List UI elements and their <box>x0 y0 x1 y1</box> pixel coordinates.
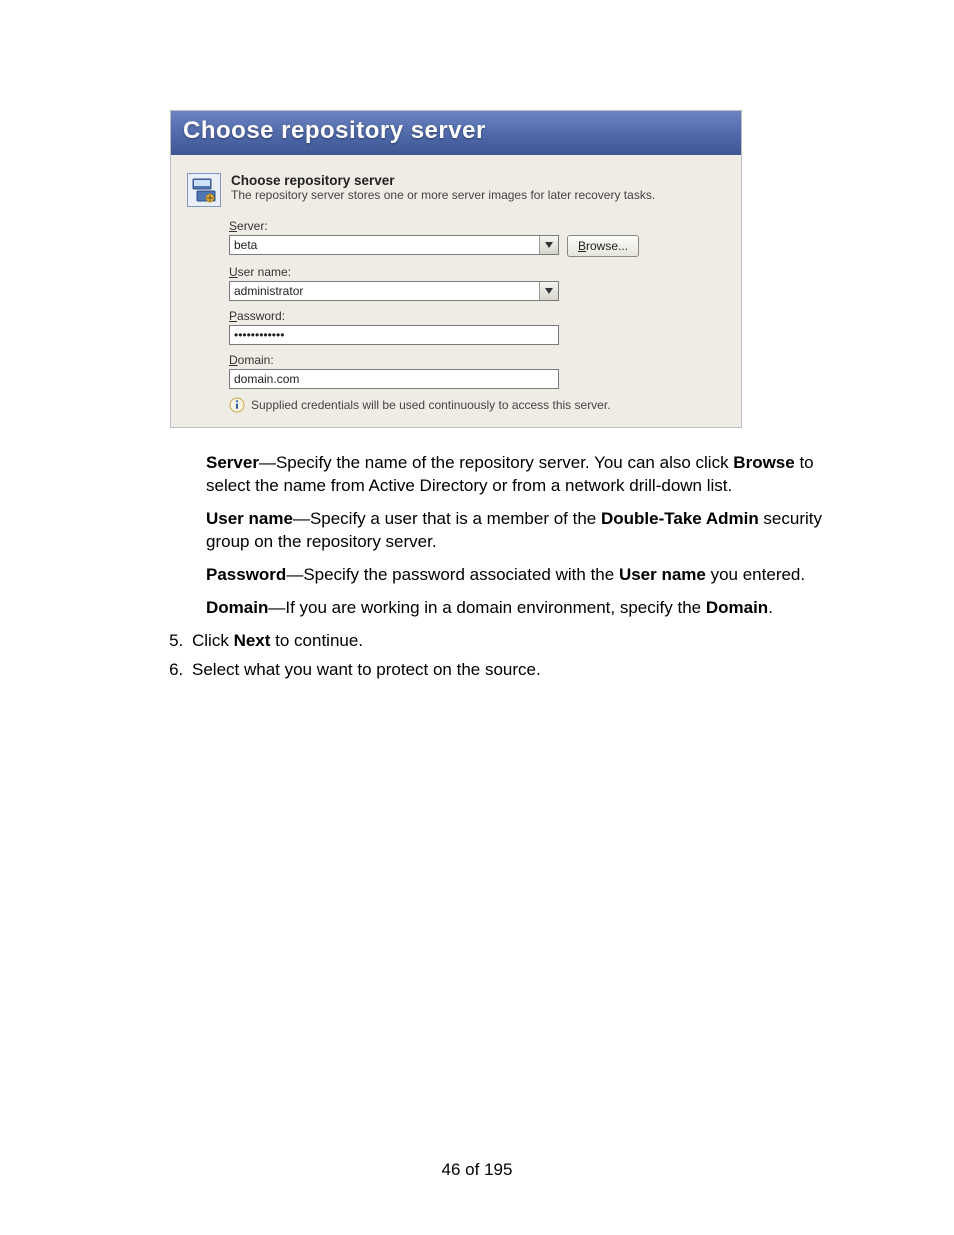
step-5: Click Next to continue. <box>188 630 854 653</box>
desc-username: User name—Specify a user that is a membe… <box>206 508 854 554</box>
repository-server-icon <box>187 173 221 207</box>
username-combobox[interactable]: administrator <box>229 281 559 301</box>
panel-title: Choose repository server <box>171 111 741 155</box>
dropdown-arrow-icon[interactable] <box>539 282 558 300</box>
desc-server: Server—Specify the name of the repositor… <box>206 452 854 498</box>
info-note: Supplied credentials will be used contin… <box>229 397 725 413</box>
password-label: Password: <box>229 309 725 323</box>
server-combobox[interactable]: beta <box>229 235 559 255</box>
panel-subheading: The repository server stores one or more… <box>231 188 655 202</box>
doc-body: Server—Specify the name of the repositor… <box>150 452 854 682</box>
server-label: Server: <box>229 219 725 233</box>
username-value: administrator <box>230 282 539 300</box>
domain-label: Domain: <box>229 353 725 367</box>
server-value: beta <box>230 236 539 254</box>
wizard-panel: Choose repository server Choose reposito… <box>170 110 742 428</box>
page-number: 46 of 195 <box>0 1160 954 1180</box>
info-icon <box>229 397 245 413</box>
step-list: Click Next to continue. Select what you … <box>150 630 854 682</box>
panel-heading: Choose repository server <box>231 173 655 188</box>
username-label: User name: <box>229 265 725 279</box>
info-text: Supplied credentials will be used contin… <box>251 398 611 412</box>
dropdown-arrow-icon[interactable] <box>539 236 558 254</box>
desc-domain: Domain—If you are working in a domain en… <box>206 597 854 620</box>
browse-button[interactable]: Browse... <box>567 235 639 257</box>
step-6: Select what you want to protect on the s… <box>188 659 854 682</box>
domain-field[interactable]: domain.com <box>229 369 559 389</box>
desc-password: Password—Specify the password associated… <box>206 564 854 587</box>
password-field[interactable]: •••••••••••• <box>229 325 559 345</box>
